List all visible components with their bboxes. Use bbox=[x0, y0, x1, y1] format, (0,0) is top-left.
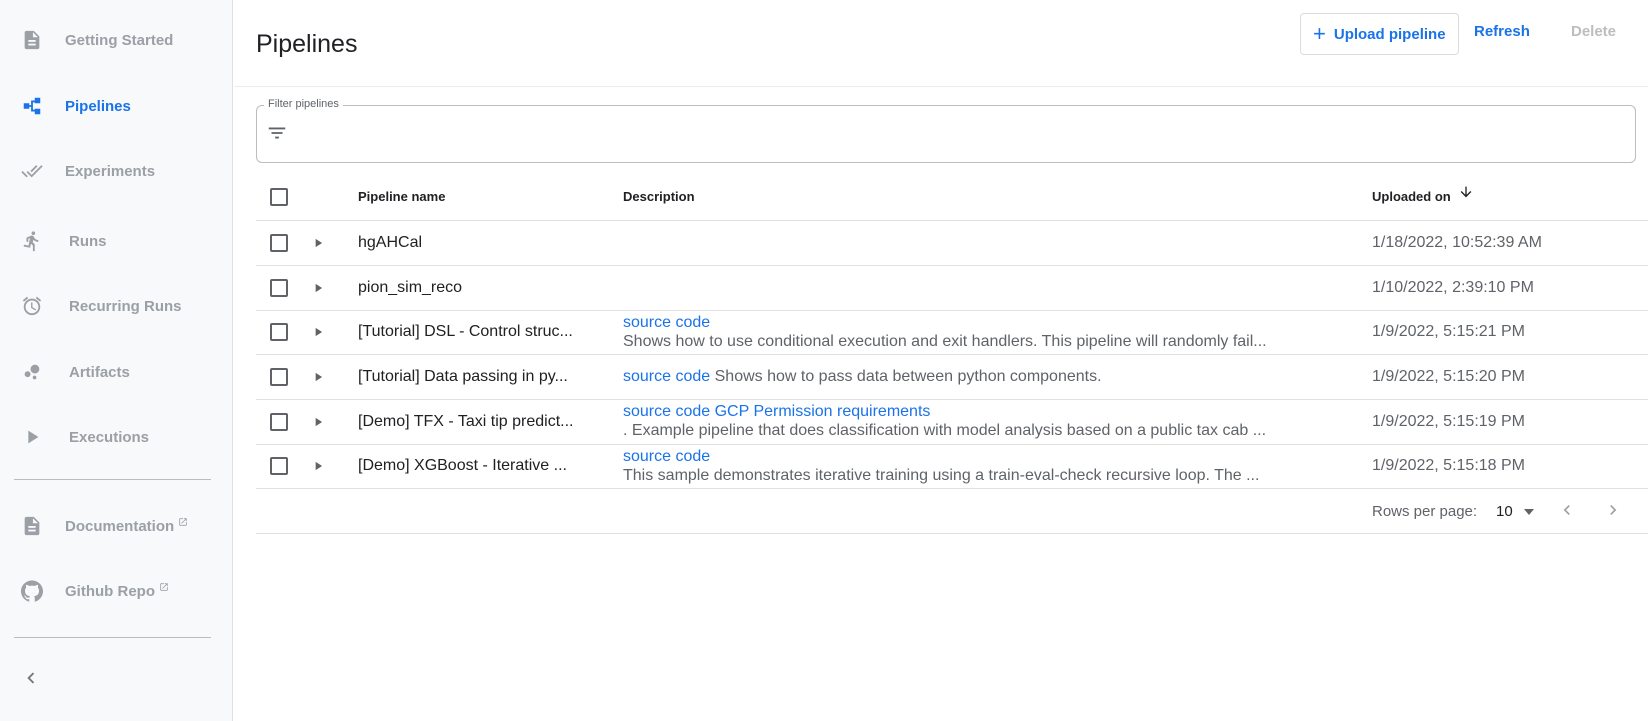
uploaded-on: 1/9/2022, 5:15:21 PM bbox=[1372, 323, 1525, 340]
column-header-pipeline-name[interactable]: Pipeline name bbox=[358, 189, 445, 204]
row-checkbox[interactable] bbox=[270, 413, 288, 431]
uploaded-on: 1/9/2022, 5:15:20 PM bbox=[1372, 368, 1525, 385]
select-all-checkbox[interactable] bbox=[270, 188, 288, 206]
upload-pipeline-label: Upload pipeline bbox=[1333, 25, 1446, 43]
column-header-description: Description bbox=[623, 189, 695, 204]
upload-pipeline-button[interactable]: + Upload pipeline bbox=[1300, 13, 1459, 55]
pipeline-name[interactable]: [Demo] TFX - Taxi tip predict... bbox=[358, 413, 573, 431]
rows-per-page-value: 10 bbox=[1496, 503, 1513, 520]
row-checkbox[interactable] bbox=[270, 279, 288, 297]
github-icon bbox=[20, 579, 44, 603]
document-icon bbox=[20, 514, 44, 538]
delete-button[interactable]: Delete bbox=[1571, 23, 1616, 40]
pipeline-name[interactable]: pion_sim_reco bbox=[358, 279, 462, 297]
filter-input[interactable] bbox=[302, 118, 1622, 152]
plus-icon: + bbox=[1313, 21, 1326, 46]
uploaded-on: 1/9/2022, 5:15:18 PM bbox=[1372, 457, 1525, 474]
sidebar-divider bbox=[14, 637, 211, 638]
sidebar-item-runs[interactable]: Runs bbox=[0, 221, 233, 261]
sidebar: Getting Started Pipelines Experiments Ru… bbox=[0, 0, 233, 721]
sidebar-item-artifacts[interactable]: Artifacts bbox=[0, 352, 233, 392]
sidebar-item-pipelines[interactable]: Pipelines bbox=[0, 86, 233, 126]
source-code-link[interactable]: source code bbox=[623, 368, 710, 385]
source-code-link[interactable]: source code bbox=[623, 448, 710, 466]
pipeline-name[interactable]: hgAHCal bbox=[358, 234, 422, 252]
table-divider bbox=[256, 354, 1648, 355]
sidebar-item-documentation[interactable]: Documentation bbox=[0, 506, 233, 546]
header-divider bbox=[234, 86, 1648, 87]
uploaded-on: 1/18/2022, 10:52:39 AM bbox=[1372, 234, 1542, 251]
source-code-link[interactable]: source code bbox=[623, 314, 710, 332]
sidebar-item-executions[interactable]: Executions bbox=[0, 417, 233, 457]
sidebar-item-label: Getting Started bbox=[65, 31, 174, 49]
column-header-uploaded-on[interactable]: Uploaded on bbox=[1372, 189, 1451, 204]
sidebar-item-label: Executions bbox=[69, 428, 150, 446]
filter-label: Filter pipelines bbox=[264, 98, 343, 110]
table-divider bbox=[256, 220, 1648, 221]
sidebar-divider bbox=[14, 479, 211, 480]
sidebar-item-recurring-runs[interactable]: Recurring Runs bbox=[0, 286, 233, 326]
rows-per-page-label: Rows per page: bbox=[1372, 503, 1478, 520]
expand-arrow-icon[interactable] bbox=[311, 325, 325, 339]
table-divider bbox=[256, 310, 1648, 311]
sidebar-item-label: Artifacts bbox=[69, 363, 130, 381]
uploaded-on: 1/9/2022, 5:15:19 PM bbox=[1372, 413, 1525, 430]
pipeline-name[interactable]: [Demo] XGBoost - Iterative ... bbox=[358, 457, 567, 475]
sidebar-item-label: Recurring Runs bbox=[69, 297, 182, 315]
filter-icon bbox=[266, 122, 290, 146]
sidebar-item-label: Github Repo bbox=[65, 582, 155, 600]
row-checkbox[interactable] bbox=[270, 368, 288, 386]
pipeline-name[interactable]: [Tutorial] Data passing in py... bbox=[358, 368, 568, 386]
pipeline-icon bbox=[20, 94, 44, 118]
sidebar-item-label: Runs bbox=[69, 232, 107, 250]
sidebar-item-getting-started[interactable]: Getting Started bbox=[0, 20, 233, 60]
sidebar-item-label: Documentation bbox=[65, 517, 175, 535]
arrow-down-icon[interactable] bbox=[1458, 184, 1474, 200]
table-bottom-divider bbox=[256, 533, 1648, 534]
chevron-left-icon bbox=[1557, 500, 1577, 525]
refresh-button[interactable]: Refresh bbox=[1474, 23, 1530, 40]
table-divider bbox=[256, 399, 1648, 400]
row-checkbox[interactable] bbox=[270, 323, 288, 341]
next-page-button[interactable] bbox=[1601, 500, 1625, 524]
description-text: This sample demonstrates iterative train… bbox=[623, 467, 1260, 484]
external-link-icon bbox=[159, 579, 169, 596]
expand-arrow-icon[interactable] bbox=[311, 415, 325, 429]
table-divider bbox=[256, 265, 1648, 266]
source-code-and-gcp-permission-links[interactable]: source code GCP Permission requirements bbox=[623, 403, 930, 421]
sidebar-item-github-repo[interactable]: Github Repo bbox=[0, 571, 233, 611]
table-divider bbox=[256, 444, 1648, 445]
table-divider bbox=[256, 488, 1648, 489]
page-title: Pipelines bbox=[256, 30, 358, 58]
chevron-right-icon bbox=[1603, 500, 1623, 525]
external-link-icon bbox=[178, 514, 188, 531]
uploaded-on: 1/10/2022, 2:39:10 PM bbox=[1372, 279, 1534, 296]
sidebar-item-label: Experiments bbox=[65, 162, 156, 180]
expand-arrow-icon[interactable] bbox=[311, 281, 325, 295]
pipeline-name[interactable]: [Tutorial] DSL - Control struc... bbox=[358, 323, 573, 341]
description-text: Shows how to use conditional execution a… bbox=[623, 333, 1267, 350]
collapse-sidebar-button[interactable] bbox=[19, 668, 43, 692]
previous-page-button[interactable] bbox=[1555, 500, 1579, 524]
bubbles-icon bbox=[20, 360, 44, 384]
expand-arrow-icon[interactable] bbox=[311, 459, 325, 473]
running-person-icon bbox=[20, 229, 44, 253]
double-check-icon bbox=[20, 159, 44, 183]
description-text: Shows how to pass data between python co… bbox=[714, 368, 1102, 385]
expand-arrow-icon[interactable] bbox=[311, 370, 325, 384]
row-checkbox[interactable] bbox=[270, 457, 288, 475]
expand-arrow-icon[interactable] bbox=[311, 236, 325, 250]
chevron-left-icon bbox=[20, 667, 42, 694]
dropdown-caret-icon bbox=[1524, 509, 1534, 515]
row-checkbox[interactable] bbox=[270, 234, 288, 252]
alarm-clock-icon bbox=[20, 294, 44, 318]
sidebar-item-experiments[interactable]: Experiments bbox=[0, 151, 233, 191]
document-icon bbox=[20, 28, 44, 52]
description-text: . Example pipeline that does classificat… bbox=[623, 422, 1267, 439]
sidebar-item-label: Pipelines bbox=[65, 97, 131, 115]
play-icon bbox=[20, 425, 44, 449]
